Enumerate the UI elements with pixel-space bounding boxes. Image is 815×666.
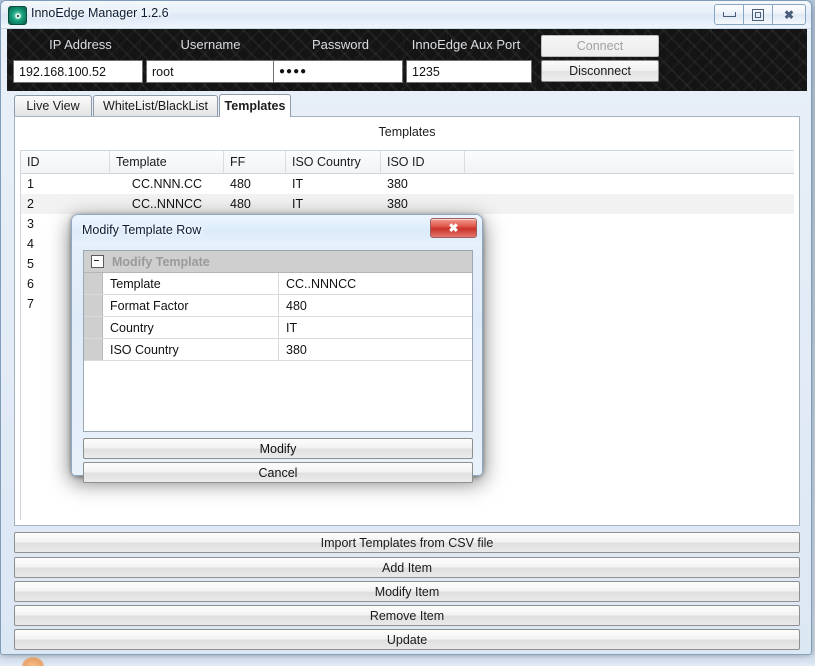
cell-id: 2	[27, 197, 34, 211]
cell-blank	[465, 274, 794, 294]
property-category-header[interactable]: Modify Template	[84, 251, 472, 273]
ip-address-input[interactable]: 192.168.100.52	[13, 60, 143, 83]
column-header-id[interactable]: ID	[21, 151, 110, 173]
property-grid[interactable]: Modify Template Template CC..NNNCC Forma…	[83, 250, 473, 432]
cell-id: 1	[27, 177, 34, 191]
username-label: Username	[180, 37, 241, 52]
username-input[interactable]: root	[146, 60, 276, 83]
dialog-close-icon[interactable]: ✖	[430, 218, 477, 238]
window-controls: ✖	[714, 4, 806, 25]
property-name: ISO Country	[103, 339, 279, 360]
dialog-titlebar: Modify Template Row ✖	[72, 215, 482, 245]
aux-port-input[interactable]: 1235	[406, 60, 532, 83]
cell-blank	[465, 254, 794, 274]
dialog-title: Modify Template Row	[82, 223, 202, 237]
tab-whitelist-blacklist[interactable]: WhiteList/BlackList	[93, 95, 218, 116]
cell-ff: 480	[230, 177, 251, 191]
window-title: InnoEdge Manager 1.2.6	[31, 6, 169, 20]
cell-blank	[465, 194, 794, 214]
connect-button[interactable]: Connect	[541, 35, 659, 57]
modify-template-row-dialog: Modify Template Row ✖ Modify Template Te…	[71, 214, 483, 483]
taskbar-peek	[0, 654, 815, 666]
restore-icon[interactable]	[744, 4, 773, 25]
property-row-iso-country[interactable]: ISO Country 380	[84, 339, 472, 361]
property-value[interactable]: 480	[279, 295, 472, 316]
tab-templates[interactable]: Templates	[219, 94, 291, 117]
property-value[interactable]: 380	[279, 339, 472, 360]
password-label: Password	[311, 37, 370, 52]
property-row-country[interactable]: Country IT	[84, 317, 472, 339]
cell-iso-id: 380	[387, 197, 408, 211]
tab-strip: Live View WhiteList/BlackList Templates	[14, 94, 800, 117]
tab-live-view[interactable]: Live View	[14, 95, 92, 116]
window-titlebar: InnoEdge Manager 1.2.6 ✖	[1, 1, 811, 29]
property-gutter	[84, 273, 103, 294]
property-value[interactable]: IT	[279, 317, 472, 338]
column-header-blank[interactable]	[465, 151, 794, 173]
property-grid-empty-area	[84, 361, 472, 431]
grid-caption: Templates	[378, 125, 436, 139]
table-row[interactable]: 2 CC..NNNCC 480 IT 380	[21, 194, 794, 214]
application-window: InnoEdge Manager 1.2.6 ✖ IP Address 192.…	[0, 0, 812, 655]
modify-item-button[interactable]: Modify Item	[14, 581, 800, 602]
connection-bar: IP Address 192.168.100.52 Username root …	[7, 29, 807, 91]
column-header-iso-id[interactable]: ISO ID	[381, 151, 465, 173]
column-header-iso-country[interactable]: ISO Country	[286, 151, 381, 173]
password-input[interactable]: ●●●●	[273, 60, 403, 83]
property-row-format-factor[interactable]: Format Factor 480	[84, 295, 472, 317]
property-gutter	[84, 339, 103, 360]
cell-blank	[465, 174, 794, 194]
cell-blank	[465, 214, 794, 234]
table-row[interactable]: 1 CC.NNN.CC 480 IT 380	[21, 174, 794, 194]
cell-template: CC..NNNCC	[131, 197, 203, 211]
eye-icon	[8, 6, 27, 25]
dialog-modify-button[interactable]: Modify	[83, 438, 473, 459]
cell-iso-country: IT	[292, 177, 304, 191]
cell-iso-id: 380	[387, 177, 408, 191]
close-icon[interactable]: ✖	[773, 4, 806, 25]
cell-blank	[465, 294, 794, 314]
property-gutter	[84, 295, 103, 316]
cell-blank	[465, 234, 794, 254]
property-value[interactable]: CC..NNNCC	[279, 273, 472, 294]
collapse-icon[interactable]	[91, 255, 104, 268]
column-header-ff[interactable]: FF	[224, 151, 286, 173]
disconnect-button[interactable]: Disconnect	[541, 60, 659, 82]
aux-port-label: InnoEdge Aux Port	[411, 37, 521, 52]
minimize-icon[interactable]	[714, 4, 744, 25]
add-item-button[interactable]: Add Item	[14, 557, 800, 578]
import-templates-button[interactable]: Import Templates from CSV file	[14, 532, 800, 553]
cell-template: CC.NNN.CC	[131, 177, 203, 191]
update-button[interactable]: Update	[14, 629, 800, 650]
property-category-label: Modify Template	[112, 254, 210, 269]
ip-address-label: IP Address	[49, 37, 112, 52]
taskbar-orb-icon	[22, 657, 44, 666]
column-header-template[interactable]: Template	[110, 151, 224, 173]
dialog-cancel-button[interactable]: Cancel	[83, 462, 473, 483]
property-name: Template	[103, 273, 279, 294]
property-row-template[interactable]: Template CC..NNNCC	[84, 273, 472, 295]
remove-item-button[interactable]: Remove Item	[14, 605, 800, 626]
property-name: Format Factor	[103, 295, 279, 316]
property-name: Country	[103, 317, 279, 338]
cell-iso-country: IT	[292, 197, 304, 211]
cell-ff: 480	[230, 197, 251, 211]
grid-header-row: ID Template FF ISO Country ISO ID	[21, 151, 794, 174]
property-gutter	[84, 317, 103, 338]
